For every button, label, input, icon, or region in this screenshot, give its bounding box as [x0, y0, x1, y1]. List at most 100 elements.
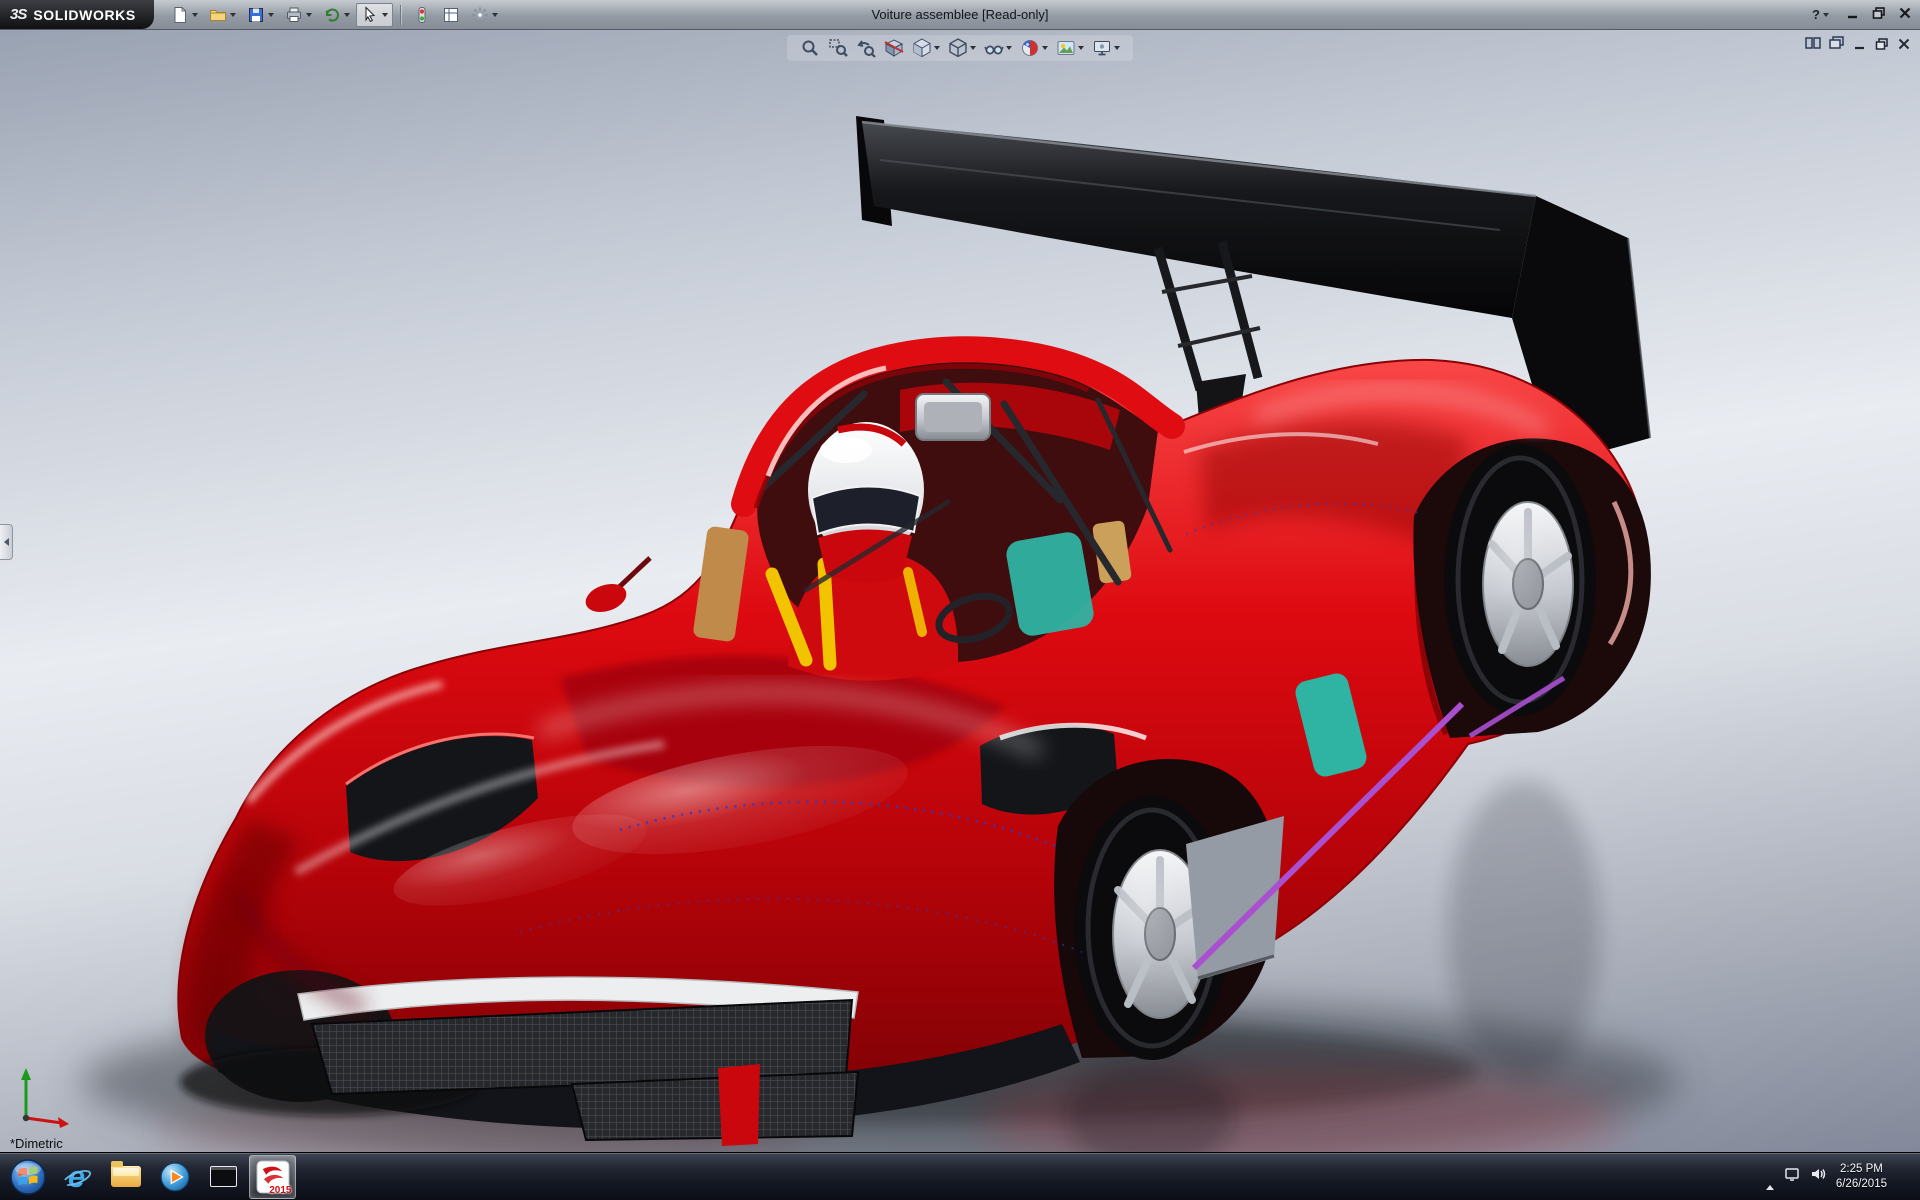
- previous-view-icon: [856, 38, 876, 58]
- restore-icon: [1872, 7, 1886, 19]
- undo-button[interactable]: [318, 3, 355, 27]
- dropdown-caret-icon[interactable]: [1042, 46, 1048, 50]
- zoom-to-fit-button[interactable]: [797, 37, 823, 59]
- dropdown-caret-icon[interactable]: [970, 46, 976, 50]
- explorer-taskbar-button[interactable]: [102, 1155, 149, 1199]
- rebuild-button[interactable]: [408, 3, 436, 27]
- section-view-button[interactable]: [881, 37, 907, 59]
- console-taskbar-button[interactable]: [200, 1155, 247, 1199]
- system-tray: 2:25 PM 6/26/2015: [1766, 1162, 1920, 1192]
- panel-collapse-tab[interactable]: [0, 524, 13, 560]
- window-controls: ?: [1807, 3, 1912, 27]
- minimize-document-icon: [1853, 38, 1867, 50]
- view-settings-icon: [1092, 38, 1112, 58]
- apply-scene-button[interactable]: [1053, 37, 1087, 59]
- ie-taskbar-button[interactable]: e: [53, 1155, 100, 1199]
- restore-button[interactable]: [1872, 6, 1886, 24]
- new-document-button[interactable]: [166, 3, 203, 27]
- headsup-toolbar: [787, 35, 1133, 61]
- hide-show-items-button[interactable]: [981, 37, 1015, 59]
- close-document-icon: [1897, 38, 1911, 50]
- help-glyph: ?: [1812, 7, 1820, 22]
- dropdown-caret-icon[interactable]: [934, 46, 940, 50]
- dropdown-caret-icon[interactable]: [268, 13, 274, 17]
- tray-expand-button[interactable]: [1766, 1168, 1774, 1186]
- close-button[interactable]: [1898, 6, 1912, 24]
- previous-view-button[interactable]: [853, 37, 879, 59]
- help-button[interactable]: ?: [1807, 3, 1834, 27]
- zoom-to-area-icon: [828, 38, 848, 58]
- zoom-to-area-button[interactable]: [825, 37, 851, 59]
- section-view-icon: [884, 38, 904, 58]
- dropdown-caret-icon[interactable]: [1114, 46, 1120, 50]
- brand-text: SOLIDWORKS: [33, 7, 135, 23]
- solidworks-taskbar-button[interactable]: 2015: [249, 1155, 296, 1199]
- solidworks-logo: 3S SOLIDWORKS: [0, 0, 154, 29]
- solidworks-window: 3S SOLIDWORKS: [0, 0, 1920, 1200]
- dropdown-caret-icon[interactable]: [1006, 46, 1012, 50]
- file-properties-button[interactable]: [437, 3, 465, 27]
- restore-document-button[interactable]: [1875, 37, 1889, 55]
- standard-toolbar: [166, 3, 503, 27]
- print-icon: [285, 6, 303, 24]
- dropdown-caret-icon[interactable]: [192, 13, 198, 17]
- select-cursor-icon: [361, 6, 379, 24]
- edit-appearance-ball-icon: [1020, 38, 1040, 58]
- minimize-button[interactable]: [1846, 6, 1860, 24]
- file-properties-icon: [442, 6, 460, 24]
- side-mirror[interactable]: [582, 558, 650, 617]
- internet-explorer-icon: e: [60, 1159, 94, 1195]
- taskbar-clock[interactable]: 2:25 PM 6/26/2015: [1836, 1162, 1887, 1192]
- dropdown-caret-icon[interactable]: [1078, 46, 1084, 50]
- minimize-document-button[interactable]: [1853, 37, 1867, 55]
- media-player-icon: [159, 1161, 191, 1193]
- display-style-button[interactable]: [945, 37, 979, 59]
- start-button[interactable]: [4, 1155, 51, 1199]
- media-player-taskbar-button[interactable]: [151, 1155, 198, 1199]
- rear-wheel[interactable]: [1413, 438, 1651, 738]
- print-button[interactable]: [280, 3, 317, 27]
- chevron-left-icon: [4, 538, 9, 546]
- window-cascade-button[interactable]: [1829, 36, 1845, 55]
- dropdown-caret-icon[interactable]: [492, 13, 498, 17]
- graphics-viewport[interactable]: *Dimetric: [0, 30, 1920, 1152]
- open-folder-icon: [209, 6, 227, 24]
- window-tile-icon: [1805, 36, 1821, 50]
- tray-app-icon: [1784, 1166, 1800, 1182]
- dropdown-caret-icon[interactable]: [382, 13, 388, 17]
- dropdown-caret-icon[interactable]: [1823, 13, 1829, 17]
- open-button[interactable]: [204, 3, 241, 27]
- view-orientation-cube-icon: [912, 38, 932, 58]
- options-button[interactable]: [466, 3, 503, 27]
- document-window-controls: [1805, 36, 1911, 55]
- clock-date: 6/26/2015: [1836, 1177, 1887, 1192]
- save-button[interactable]: [242, 3, 279, 27]
- car-assembly-model[interactable]: [0, 30, 1920, 1152]
- hide-show-glasses-icon: [984, 38, 1004, 58]
- restore-document-icon: [1875, 38, 1889, 50]
- zoom-to-fit-icon: [800, 38, 820, 58]
- view-settings-button[interactable]: [1089, 37, 1123, 59]
- dropdown-caret-icon[interactable]: [230, 13, 236, 17]
- rebuild-icon: [413, 6, 431, 24]
- window-tile-button[interactable]: [1805, 36, 1821, 55]
- edit-appearance-button[interactable]: [1017, 37, 1051, 59]
- tray-app-button[interactable]: [1784, 1166, 1800, 1187]
- dropdown-caret-icon[interactable]: [344, 13, 350, 17]
- clock-time: 2:25 PM: [1836, 1162, 1887, 1177]
- volume-button[interactable]: [1810, 1166, 1826, 1187]
- new-document-icon: [171, 6, 189, 24]
- save-icon: [247, 6, 265, 24]
- dassault-logo-icon: 3S: [10, 6, 26, 23]
- titlebar: 3S SOLIDWORKS: [0, 0, 1920, 30]
- dropdown-caret-icon[interactable]: [306, 13, 312, 17]
- apply-scene-icon: [1056, 38, 1076, 58]
- speaker-icon: [1810, 1166, 1826, 1182]
- taskbar: e 2015: [0, 1152, 1920, 1200]
- close-document-button[interactable]: [1897, 37, 1911, 55]
- toolbar-separator: [400, 5, 401, 25]
- solidworks-version-badge: 2015: [269, 1185, 291, 1196]
- rearview-mirror-glass: [924, 402, 982, 432]
- select-button[interactable]: [356, 3, 393, 27]
- view-orientation-button[interactable]: [909, 37, 943, 59]
